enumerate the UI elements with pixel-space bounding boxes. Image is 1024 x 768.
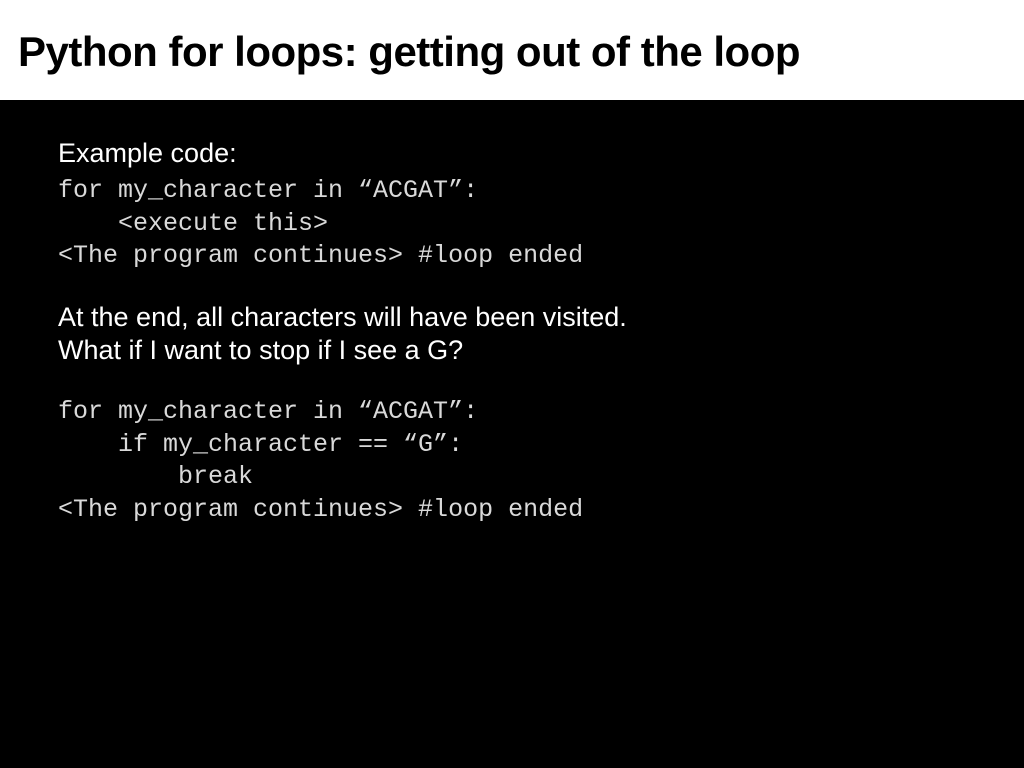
slide-header: Python for loops: getting out of the loo… — [0, 0, 1024, 100]
code-block-2: for my_character in “ACGAT”: if my_chara… — [58, 396, 966, 526]
slide-body: Example code: for my_character in “ACGAT… — [0, 100, 1024, 526]
slide-title: Python for loops: getting out of the loo… — [18, 28, 1006, 76]
example-code-label: Example code: — [58, 138, 966, 169]
code-block-1: for my_character in “ACGAT”: <execute th… — [58, 175, 966, 273]
explanation-paragraph: At the end, all characters will have bee… — [58, 301, 966, 369]
